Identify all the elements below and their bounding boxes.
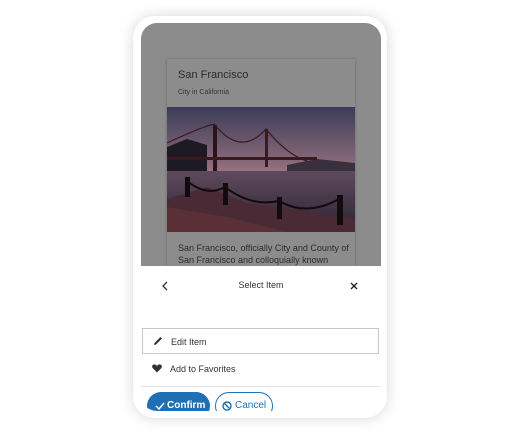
- sheet-title: Select Item: [238, 280, 284, 290]
- select-item-sheet: Select Item Edit Item Add to Favorites C…: [141, 266, 381, 411]
- menu-item-edit[interactable]: Edit Item: [142, 328, 379, 354]
- app-screen: San Francisco City in California San Fra…: [141, 23, 381, 411]
- menu-item-label: Edit Item: [171, 337, 207, 347]
- heart-icon: [152, 364, 162, 373]
- block-icon: [222, 401, 232, 411]
- confirm-button[interactable]: Confirm: [147, 392, 210, 411]
- actions-divider: [141, 386, 381, 387]
- golden-gate-bridge-photo: [167, 107, 355, 232]
- card-subtitle: City in California: [178, 89, 229, 96]
- city-card: San Francisco City in California San Fra…: [167, 59, 355, 269]
- menu-item-favorites[interactable]: Add to Favorites: [142, 356, 379, 382]
- confirm-label: Confirm: [167, 400, 206, 411]
- menu-item-label: Add to Favorites: [170, 364, 236, 374]
- close-button[interactable]: [346, 278, 362, 294]
- sheet-header: Select Item: [141, 266, 381, 305]
- pencil-icon: [154, 337, 162, 345]
- cancel-button[interactable]: Cancel: [215, 392, 273, 411]
- cancel-label: Cancel: [235, 400, 267, 411]
- card-image: [167, 107, 355, 232]
- card-description: San Francisco, officially City and Count…: [178, 243, 349, 265]
- check-icon: [155, 402, 165, 411]
- device-frame: San Francisco City in California San Fra…: [133, 16, 387, 418]
- close-icon: [350, 282, 358, 290]
- card-title: San Francisco: [178, 69, 249, 81]
